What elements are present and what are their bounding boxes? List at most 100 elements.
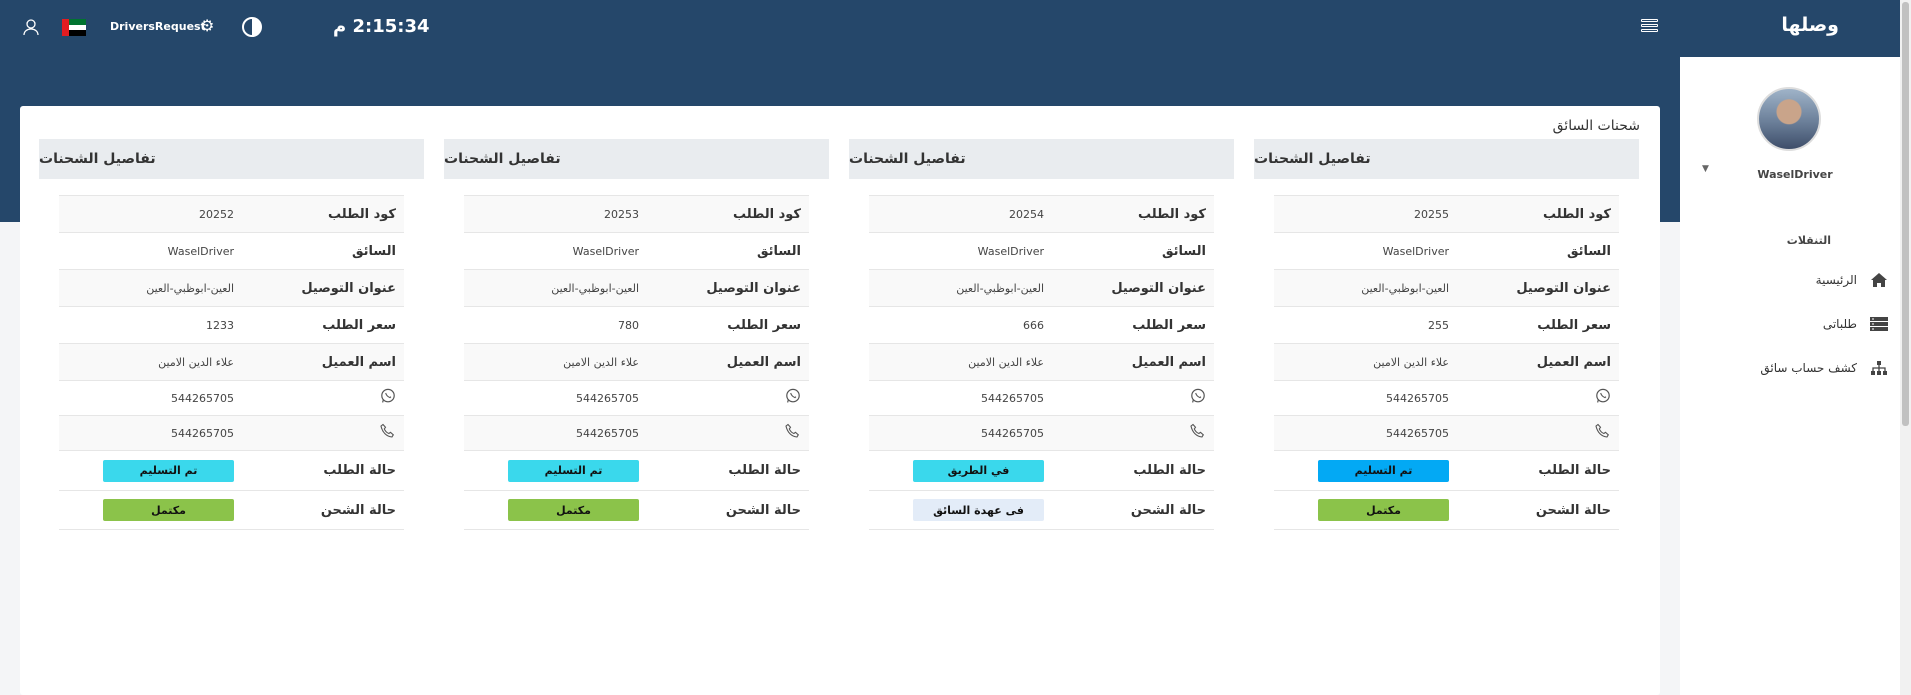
panel-title: تفاصيل الشحنات [39,139,424,179]
address-value: العين-ابوظبي-العين [146,281,234,295]
shipping-status-badge: فى عهدة السائق [913,499,1044,521]
table-row: 544265705 [1274,415,1619,450]
driver-value: WaselDriver [572,244,639,258]
sidebar-item-home[interactable]: الرئيسية [1816,268,1889,292]
phone-icon[interactable] [380,423,396,443]
whatsapp-icon[interactable] [1595,388,1611,408]
order-code-value: 20254 [1009,207,1044,221]
table-row: 544265705 [464,380,809,415]
shipping-status-label: حالة الشحن [1130,502,1206,518]
address-label: عنوان التوصيل [706,280,801,296]
driver-label: السائق [1566,243,1611,259]
phone-number[interactable]: 544265705 [1274,416,1459,450]
uae-flag-icon[interactable] [62,19,86,37]
gear-icon[interactable]: ⚙ [200,18,214,34]
phone-icon[interactable] [785,423,801,443]
whatsapp-number[interactable]: 544265705 [59,381,244,415]
whatsapp-icon[interactable] [785,388,801,408]
table-row: اسم العميل علاء الدين الامين [464,343,809,380]
table-row: 544265705 [1274,380,1619,415]
driver-value: WaselDriver [1382,244,1449,258]
table-row: حالة الشحن مكتمل [59,490,404,530]
shipping-status-label: حالة الشحن [1535,502,1611,518]
customer-value: علاء الدين الامين [563,355,639,369]
whatsapp-number[interactable]: 544265705 [464,381,649,415]
table-row: سعر الطلب 780 [464,306,809,343]
shipment-details-table: كود الطلب 20252 السائق WaselDriver عنوان… [59,195,404,530]
panel-title: تفاصيل الشحنات [1254,139,1639,179]
order-status-label: حالة الطلب [1133,463,1206,478]
shipment-details-table: كود الطلب 20255 السائق WaselDriver عنوان… [1274,195,1619,530]
order-code-label: كود الطلب [1138,206,1206,222]
table-row: 544265705 [869,380,1214,415]
customer-value: علاء الدين الامين [1373,355,1449,369]
whatsapp-icon[interactable] [380,388,396,408]
whatsapp-number[interactable]: 544265705 [869,381,1054,415]
table-row: عنوان التوصيل العين-ابوظبي-العين [464,269,809,306]
menu-toggle-icon[interactable] [1641,19,1658,35]
app-name[interactable]: DriversRequest [110,20,206,33]
driver-label: السائق [756,243,801,259]
table-row: حالة الشحن مكتمل [464,490,809,530]
whatsapp-key [649,381,809,415]
order-code-value: 20255 [1414,207,1449,221]
driver-value: WaselDriver [977,244,1044,258]
table-row: حالة الطلب تم التسليم [59,450,404,490]
order-code-value: 20253 [604,207,639,221]
address-value: العين-ابوظبي-العين [956,281,1044,295]
user-icon[interactable] [22,18,40,36]
page-title: شحنات السائق [1552,118,1640,134]
table-row: اسم العميل علاء الدين الامين [1274,343,1619,380]
shipping-status-badge: مكتمل [1318,499,1449,521]
phone-key [1054,416,1214,450]
order-code-value: 20252 [199,207,234,221]
order-status-badge: تم التسليم [508,459,639,482]
phone-icon[interactable] [1595,423,1611,443]
driver-label: السائق [1161,243,1206,259]
shipment-panel: تفاصيل الشحنات كود الطلب 20253 السائق Wa… [444,139,829,530]
table-row: اسم العميل علاء الدين الامين [59,343,404,380]
phone-number[interactable]: 544265705 [464,416,649,450]
whatsapp-icon[interactable] [1190,388,1206,408]
table-row: كود الطلب 20252 [59,195,404,232]
shipping-status-label: حالة الشحن [725,502,801,518]
avatar[interactable] [1757,87,1821,151]
chevron-down-icon[interactable]: ▼ [1702,164,1709,174]
brand-logo[interactable]: وصلها [1781,14,1839,36]
address-label: عنوان التوصيل [1516,280,1611,296]
table-row: حالة الشحن مكتمل [1274,490,1619,530]
table-row: 544265705 [59,380,404,415]
phone-number[interactable]: 544265705 [59,416,244,450]
sidebar-item-driver-statement[interactable]: كشف حساب سائق [1760,356,1889,380]
driver-value: WaselDriver [167,244,234,258]
table-row: سعر الطلب 255 [1274,306,1619,343]
sidebar-item-label: الرئيسية [1815,273,1857,287]
table-row: السائق WaselDriver [59,232,404,269]
order-status-badge: في الطريق [913,459,1044,482]
whatsapp-key [244,381,404,415]
theme-toggle-icon[interactable] [242,17,262,37]
table-row: كود الطلب 20254 [869,195,1214,232]
shipping-status-label: حالة الشحن [320,502,396,518]
table-row: حالة الطلب تم التسليم [1274,450,1619,490]
sidebar-item-my-orders[interactable]: طلباتى [1823,312,1889,336]
nav-heading: التنقلات [1786,234,1831,247]
scrollbar-thumb[interactable] [1902,2,1909,426]
table-row: حالة الطلب في الطريق [869,450,1214,490]
whatsapp-number[interactable]: 544265705 [1274,381,1459,415]
phone-icon[interactable] [1190,423,1206,443]
address-value: العين-ابوظبي-العين [1361,281,1449,295]
phone-number[interactable]: 544265705 [869,416,1054,450]
clock: 2:15:34 م [333,16,430,37]
table-row: 544265705 [869,415,1214,450]
table-row: 544265705 [464,415,809,450]
customer-label: اسم العميل [1536,354,1611,370]
home-icon [1869,272,1889,288]
phone-key [1459,416,1619,450]
panel-title: تفاصيل الشحنات [849,139,1234,179]
shipment-details-table: كود الطلب 20254 السائق WaselDriver عنوان… [869,195,1214,530]
profile-name[interactable]: WaselDriver [1740,168,1850,181]
order-code-label: كود الطلب [733,206,801,222]
price-label: سعر الطلب [322,317,396,333]
customer-value: علاء الدين الامين [158,355,234,369]
